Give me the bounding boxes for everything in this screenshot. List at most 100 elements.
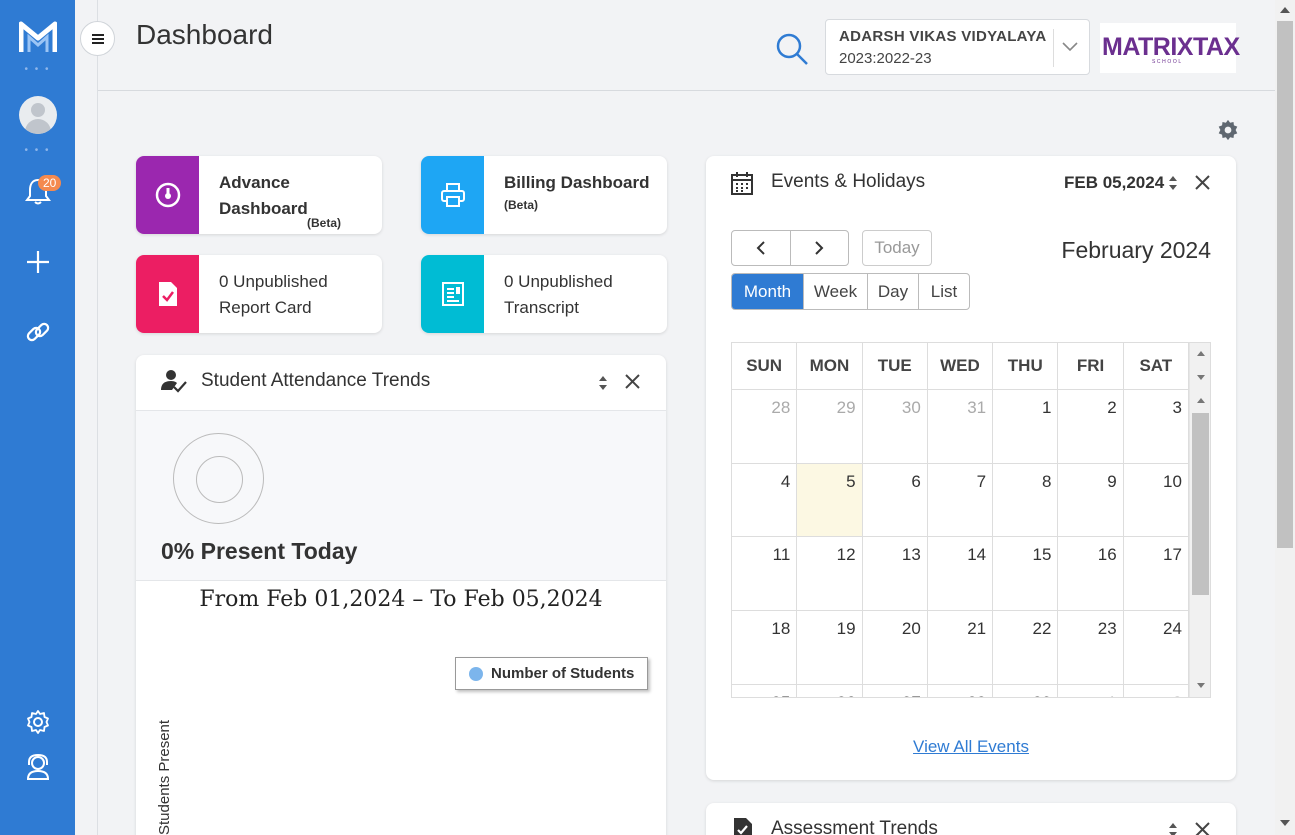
scroll-down-arrow[interactable] [1197,375,1205,380]
chart-legend[interactable]: Number of Students [455,657,648,690]
beta-tag: (Beta) [504,198,539,212]
settings-button[interactable] [0,708,75,736]
divider-dots: • • • [24,145,51,156]
scroll-up-arrow[interactable] [1280,7,1290,13]
day-cell[interactable]: 4 [732,463,798,537]
gear-icon [26,710,49,734]
day-cell[interactable]: 18 [732,611,798,684]
content-border [97,0,98,835]
week-view-button[interactable]: Week [804,274,868,309]
day-cell[interactable]: 13 [863,537,928,611]
links-button[interactable] [0,318,75,346]
add-button[interactable] [0,248,75,276]
assessment-title: Assessment Trends [771,818,938,835]
notification-badge: 20 [38,175,62,191]
close-icon[interactable] [1195,175,1210,195]
scroll-up-arrow[interactable] [1197,398,1205,403]
billing-dashboard-label: Billing Dashboard (Beta) [504,173,650,212]
day-cell[interactable]: 1 [1058,684,1124,697]
events-date[interactable]: FEB 05,2024 [1064,173,1164,193]
day-cell[interactable]: 30 [863,390,928,463]
beta-tag: (Beta) [307,216,342,230]
day-cell[interactable]: 21 [928,611,994,684]
sort-icon[interactable] [1168,822,1178,835]
advance-dashboard-tile[interactable]: Advance Dashboard (Beta) [136,156,382,234]
day-cell[interactable]: 14 [928,537,994,611]
day-cell[interactable]: 10 [1124,463,1189,537]
day-view-button[interactable]: Day [868,274,919,309]
day-cell[interactable]: 29 [797,390,863,463]
school-name: ADARSH VIKAS VIDYALAYA [839,28,1047,45]
day-cell[interactable]: 8 [993,463,1059,537]
sort-icon[interactable] [1168,175,1178,196]
weekday-label: THU [993,343,1059,389]
speedometer-icon [136,156,199,234]
calendar-scrollbar[interactable] [1189,343,1210,697]
day-cell[interactable]: 27 [863,684,928,697]
weekday-header: SUN MON TUE WED THU FRI SAT [732,343,1189,390]
day-cell[interactable]: 25 [732,684,798,697]
page-scrollbar[interactable] [1275,0,1295,835]
day-cell[interactable]: 31 [928,390,994,463]
present-today-text: 0% Present Today [161,538,358,564]
unpublished-report-card-tile[interactable]: 0 Unpublished Report Card [136,255,382,333]
close-icon[interactable] [625,374,640,394]
dashboard-settings-button[interactable] [1217,119,1239,146]
day-cell[interactable]: 2 [1124,684,1189,697]
app-logo[interactable] [0,18,75,56]
unpublished-transcript-tile[interactable]: 0 Unpublished Transcript [421,255,667,333]
sort-icon[interactable] [598,375,608,396]
calendar-nav [731,230,849,266]
menu-toggle-button[interactable] [80,21,115,56]
day-cell[interactable]: 7 [928,463,994,537]
printer-icon [421,156,484,234]
view-all-events-link[interactable]: View All Events [706,737,1236,757]
today-cell[interactable]: 5 [797,463,863,537]
scroll-down-arrow[interactable] [1280,820,1290,826]
weekday-label: FRI [1058,343,1124,389]
day-cell[interactable]: 11 [732,537,798,611]
day-cell[interactable]: 20 [863,611,928,684]
weekday-label: TUE [863,343,928,389]
day-cell[interactable]: 28 [732,390,798,463]
scroll-up-arrow[interactable] [1197,351,1205,356]
day-cell[interactable]: 26 [797,684,863,697]
user-avatar[interactable] [0,96,75,134]
day-cell[interactable]: 9 [1058,463,1124,537]
scroll-thumb[interactable] [1192,413,1209,595]
y-axis-label: Students Present [156,719,173,835]
day-cell[interactable]: 1 [993,390,1059,463]
day-cell[interactable]: 22 [993,611,1059,684]
next-month-button[interactable] [791,231,849,265]
day-cell[interactable]: 19 [797,611,863,684]
day-cell[interactable]: 24 [1124,611,1189,684]
day-cell[interactable]: 17 [1124,537,1189,611]
checklist-icon [731,815,755,835]
prev-month-button[interactable] [732,231,791,265]
search-button[interactable] [775,32,809,71]
sidebar: • • • • • • 20 [0,0,75,835]
date-range-text: From Feb 01,2024 – To Feb 05,2024 [199,587,603,612]
advance-dashboard-label: Advance Dashboard (Beta) [219,170,341,230]
scroll-thumb[interactable] [1277,21,1293,548]
list-view-button[interactable]: List [919,274,969,309]
day-cell[interactable]: 2 [1058,390,1124,463]
user-check-icon [160,368,188,399]
day-cell[interactable]: 3 [1124,390,1189,463]
day-cell[interactable]: 29 [993,684,1059,697]
calendar-week: 11 12 13 14 15 16 17 [732,537,1189,612]
day-cell[interactable]: 12 [797,537,863,611]
support-button[interactable] [0,752,75,782]
day-cell[interactable]: 6 [863,463,928,537]
day-cell[interactable]: 16 [1058,537,1124,611]
day-cell[interactable]: 28 [928,684,994,697]
day-cell[interactable]: 23 [1058,611,1124,684]
close-icon[interactable] [1195,822,1210,835]
scroll-down-arrow[interactable] [1197,683,1205,688]
day-cell[interactable]: 15 [993,537,1059,611]
school-selector[interactable]: ADARSH VIKAS VIDYALAYA 2023:2022-23 [825,19,1090,75]
billing-dashboard-tile[interactable]: Billing Dashboard (Beta) [421,156,667,234]
month-view-button[interactable]: Month [732,274,804,309]
today-button[interactable]: Today [862,230,932,266]
attendance-card: Student Attendance Trends 0% Present Tod… [136,355,666,835]
